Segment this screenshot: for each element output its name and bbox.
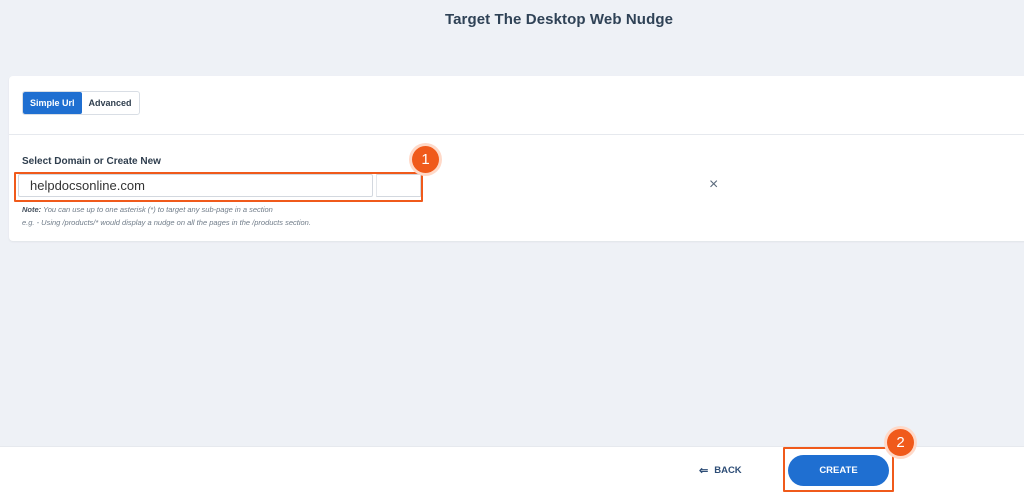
card-divider [9, 134, 1024, 135]
domain-field-label: Select Domain or Create New [22, 156, 161, 167]
page-title: Target The Desktop Web Nudge [444, 11, 674, 28]
highlight-box-domain [14, 172, 423, 202]
url-mode-tabs: Simple Url Advanced [22, 91, 140, 115]
targeting-card: Simple Url Advanced Select Domain or Cre… [9, 76, 1024, 241]
highlight-box-create [783, 447, 894, 492]
back-arrow-icon: ⇐ [699, 465, 709, 477]
close-icon[interactable]: × [709, 177, 718, 193]
note-body: You can use up to one asterisk (*) to ta… [41, 205, 273, 214]
step-badge-2: 2 [887, 429, 914, 456]
note-text: Note: You can use up to one asterisk (*)… [22, 205, 273, 214]
example-text: e.g. - Using /products/* would display a… [22, 218, 311, 227]
tab-advanced[interactable]: Advanced [82, 92, 139, 114]
back-label: BACK [714, 465, 742, 476]
back-button[interactable]: ⇐ BACK [699, 464, 742, 477]
note-prefix: Note: [22, 205, 42, 214]
step-badge-1: 1 [412, 146, 439, 173]
tab-simple-url[interactable]: Simple Url [23, 92, 82, 114]
